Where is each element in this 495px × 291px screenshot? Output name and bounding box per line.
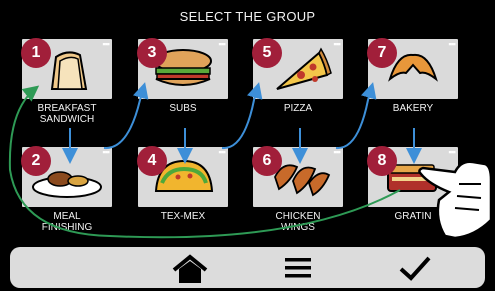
group-label-bakery: BAKERY [392, 103, 434, 114]
group-number-badge: 7 [367, 38, 397, 68]
pointing-hand-icon [418, 160, 493, 240]
group-label-meal-finishing: MEAL FINISHING [41, 211, 93, 233]
home-button[interactable] [168, 252, 212, 284]
screen-title: SELECT THE GROUP [179, 9, 316, 24]
home-icon [172, 254, 208, 283]
group-label-pizza: PIZZA [283, 103, 313, 114]
group-label-subs: SUBS [169, 103, 197, 114]
group-label-chicken-wings: CHICKEN WINGS [275, 211, 321, 233]
group-number-badge: 5 [252, 38, 282, 68]
group-number-badge: 4 [137, 146, 167, 176]
group-label-breakfast-sandwich: BREAKFAST SANDWICH [37, 103, 97, 125]
group-number-badge: 8 [367, 146, 397, 176]
group-label-tex-mex: TEX-MEX [160, 211, 206, 222]
confirm-button[interactable] [393, 252, 437, 284]
group-number-badge: 2 [21, 146, 51, 176]
group-number-badge: 1 [21, 38, 51, 68]
checkmark-icon [399, 256, 431, 281]
hamburger-menu-icon [285, 258, 311, 278]
menu-button[interactable] [276, 252, 320, 284]
group-number-badge: 3 [137, 38, 167, 68]
group-number-badge: 6 [252, 146, 282, 176]
bottom-toolbar [10, 247, 485, 288]
